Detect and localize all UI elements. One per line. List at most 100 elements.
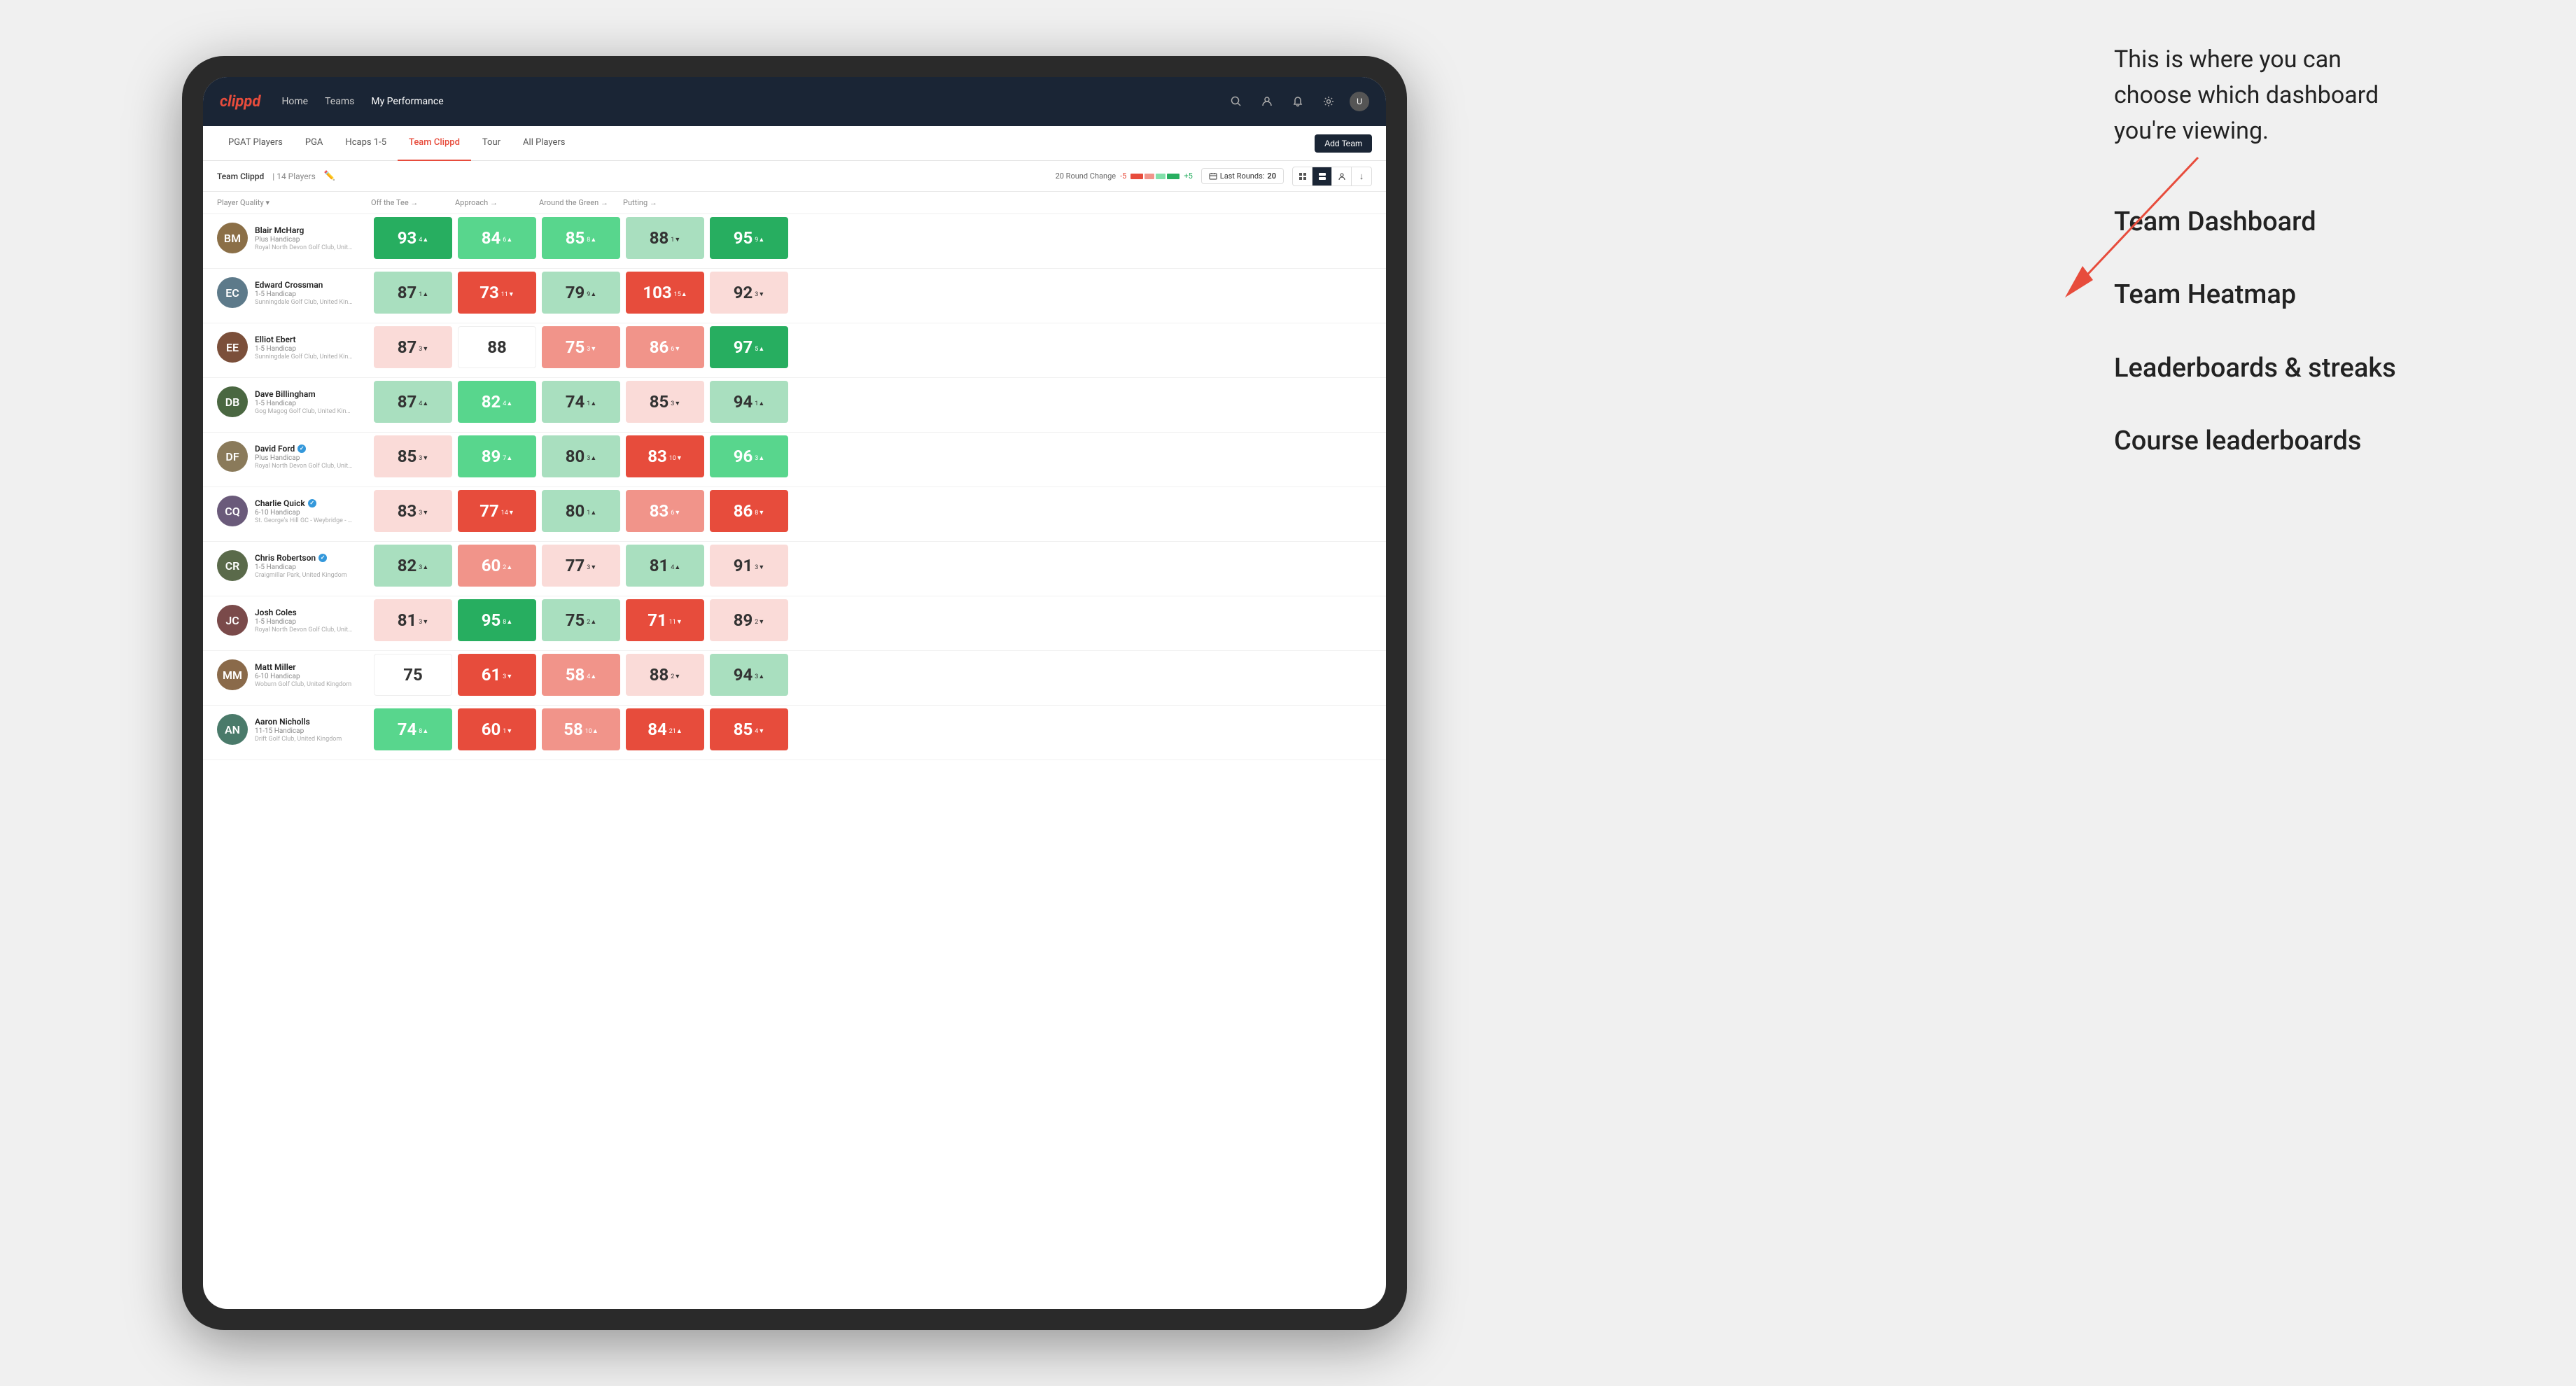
view-grid-btn[interactable] xyxy=(1293,167,1312,186)
score-change: 3▲ xyxy=(587,456,596,462)
score-change: 11▼ xyxy=(669,620,682,626)
team-count: | 14 Players xyxy=(272,172,316,181)
player-avatar: EC xyxy=(217,277,248,308)
score-value: 85 xyxy=(734,721,753,738)
player-info: JCJosh Coles1-5 HandicapRoyal North Devo… xyxy=(217,605,371,636)
score-change: 3▼ xyxy=(503,674,512,680)
person-icon[interactable] xyxy=(1257,92,1277,111)
score-change: 10▼ xyxy=(669,456,682,462)
score-cell: 88 xyxy=(458,326,536,368)
nav-bar: clippd Home Teams My Performance xyxy=(203,77,1386,126)
score-value: 79 xyxy=(566,284,585,301)
bell-icon[interactable] xyxy=(1288,92,1308,111)
score-change: 1▼ xyxy=(671,237,680,244)
table-row[interactable]: EEElliot Ebert1-5 HandicapSunningdale Go… xyxy=(203,323,1386,378)
score-value: 83 xyxy=(398,503,417,519)
view-heatmap-btn[interactable] xyxy=(1312,167,1332,186)
score-value: 86 xyxy=(734,503,753,519)
round-change: 20 Round Change -5 +5 xyxy=(1056,172,1193,181)
score-value: 83 xyxy=(648,448,667,465)
table-row[interactable]: ECEdward Crossman1-5 HandicapSunningdale… xyxy=(203,269,1386,323)
player-handicap: Plus Handicap xyxy=(255,454,353,462)
score-change: 4▲ xyxy=(587,674,596,680)
score-value: 95 xyxy=(734,230,753,246)
score-cell: 75 xyxy=(374,654,452,696)
tab-all-players[interactable]: All Players xyxy=(512,126,576,161)
score-value: 85 xyxy=(566,230,585,246)
heatbar-lightred xyxy=(1144,174,1154,179)
table-row[interactable]: JCJosh Coles1-5 HandicapRoyal North Devo… xyxy=(203,596,1386,651)
edit-icon[interactable]: ✏️ xyxy=(324,171,335,181)
player-details: Blair McHargPlus HandicapRoyal North Dev… xyxy=(255,225,353,251)
table-row[interactable]: CRChris Robertson✓1-5 HandicapCraigmilla… xyxy=(203,542,1386,596)
score-cell: 8421▲ xyxy=(626,708,704,750)
score-value: 86 xyxy=(650,339,669,356)
player-handicap: Plus Handicap xyxy=(255,236,353,244)
table-row[interactable]: CQCharlie Quick✓6-10 HandicapSt. George'… xyxy=(203,487,1386,542)
player-info: DBDave Billingham1-5 HandicapGog Magog G… xyxy=(217,386,371,417)
add-team-button[interactable]: Add Team xyxy=(1315,134,1372,153)
sub-nav-tabs: PGAT Players PGA Hcaps 1-5 Team Clippd T… xyxy=(217,126,577,161)
option-course-leaderboards[interactable]: Course leaderboards xyxy=(2114,424,2548,458)
gear-icon[interactable] xyxy=(1319,92,1338,111)
view-download-btn[interactable]: ↓ xyxy=(1352,167,1371,186)
view-person-btn[interactable] xyxy=(1332,167,1352,186)
table-row[interactable]: DBDave Billingham1-5 HandicapGog Magog G… xyxy=(203,378,1386,433)
score-change: 2▼ xyxy=(755,620,764,626)
score-value: 89 xyxy=(734,612,753,629)
score-value: 92 xyxy=(734,284,753,301)
search-icon[interactable] xyxy=(1226,92,1246,111)
score-value: 94 xyxy=(734,666,753,683)
score-change: 8▲ xyxy=(503,620,512,626)
score-cell: 853▼ xyxy=(626,381,704,423)
score-value: 82 xyxy=(398,557,417,574)
table-row[interactable]: ANAaron Nicholls11-15 HandicapDrift Golf… xyxy=(203,706,1386,760)
player-info: CQCharlie Quick✓6-10 HandicapSt. George'… xyxy=(217,496,371,526)
score-value: 87 xyxy=(398,284,417,301)
score-cell: 823▲ xyxy=(374,545,452,587)
score-cell: 613▼ xyxy=(458,654,536,696)
score-cell: 868▼ xyxy=(710,490,788,532)
user-avatar[interactable]: U xyxy=(1350,92,1369,111)
team-label: Team Clippd xyxy=(217,172,264,181)
score-cell: 5810▲ xyxy=(542,708,620,750)
player-details: David Ford✓Plus HandicapRoyal North Devo… xyxy=(255,444,353,470)
score-change: 10▲ xyxy=(585,729,598,735)
player-info: ANAaron Nicholls11-15 HandicapDrift Golf… xyxy=(217,714,371,745)
tab-team-clippd[interactable]: Team Clippd xyxy=(398,126,471,161)
tab-tour[interactable]: Tour xyxy=(471,126,512,161)
table-row[interactable]: DFDavid Ford✓Plus HandicapRoyal North De… xyxy=(203,433,1386,487)
score-cell: 958▲ xyxy=(458,599,536,641)
score-value: 89 xyxy=(482,448,501,465)
nav-item-home[interactable]: Home xyxy=(281,96,308,107)
player-name: Matt Miller xyxy=(255,662,351,672)
score-cell: 881▼ xyxy=(626,217,704,259)
option-leaderboards[interactable]: Leaderboards & streaks xyxy=(2114,351,2548,386)
table-row[interactable]: BMBlair McHargPlus HandicapRoyal North D… xyxy=(203,214,1386,269)
last-rounds-button[interactable]: Last Rounds: 20 xyxy=(1201,168,1284,184)
score-change: 4▼ xyxy=(755,729,764,735)
score-cell: 748▲ xyxy=(374,708,452,750)
score-value: 96 xyxy=(734,448,753,465)
score-change: 1▼ xyxy=(503,729,512,735)
nav-item-myperformance[interactable]: My Performance xyxy=(371,96,443,107)
score-cell: 897▲ xyxy=(458,435,536,477)
tab-pga[interactable]: PGA xyxy=(294,126,335,161)
player-avatar: EE xyxy=(217,332,248,363)
score-cell: 814▲ xyxy=(626,545,704,587)
nav-item-teams[interactable]: Teams xyxy=(325,96,354,107)
tab-pgat[interactable]: PGAT Players xyxy=(217,126,294,161)
score-cell: 799▲ xyxy=(542,272,620,314)
score-value: 60 xyxy=(482,721,501,738)
nav-logo[interactable]: clippd xyxy=(220,93,260,111)
table-row[interactable]: MMMatt Miller6-10 HandicapWoburn Golf Cl… xyxy=(203,651,1386,706)
player-club: Sunningdale Golf Club, United Kingdom xyxy=(255,299,353,306)
score-value: 75 xyxy=(566,339,585,356)
player-club: Royal North Devon Golf Club, United King… xyxy=(255,463,353,470)
score-change: 8▲ xyxy=(419,729,428,735)
nav-icons: U xyxy=(1226,92,1369,111)
tab-hcaps[interactable]: Hcaps 1-5 xyxy=(334,126,398,161)
player-name: Josh Coles xyxy=(255,608,353,617)
player-name: Aaron Nicholls xyxy=(255,717,342,727)
score-value: 87 xyxy=(398,339,417,356)
